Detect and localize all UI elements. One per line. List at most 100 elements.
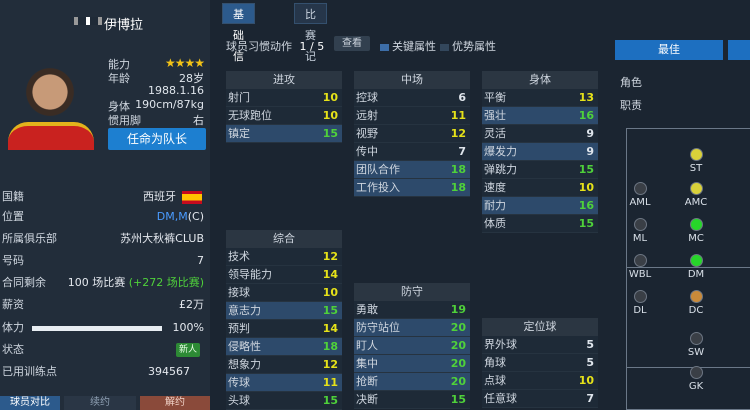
attribute-row: 强壮 16 [482, 107, 598, 125]
attribute-row: 领导能力 14 [226, 266, 342, 284]
spain-flag-icon [182, 191, 202, 204]
position-dot-icon [633, 218, 647, 231]
position-label: DC [688, 305, 704, 316]
appoint-captain-button[interactable]: 任命为队长 [108, 128, 206, 150]
attribute-label: 领导能力 [228, 268, 272, 281]
pitch-position-ml[interactable]: ML [620, 218, 660, 244]
attribute-label: 盯人 [356, 339, 378, 352]
stamina-value: 100% [172, 321, 204, 334]
renew-contract-button[interactable]: 续约 [64, 396, 136, 410]
attribute-value: 12 [322, 358, 338, 371]
attribute-row: 意志力 15 [226, 302, 342, 320]
attribute-value: 11 [450, 109, 466, 122]
number-value: 7 [197, 254, 204, 267]
training-value: 394567 [148, 365, 190, 378]
training-label: 已用训练点 [2, 365, 57, 378]
position-dot-icon [689, 366, 703, 379]
player-name: 伊博拉 [104, 18, 144, 33]
attribute-value: 18 [450, 181, 466, 194]
attribute-row: 爆发力 9 [482, 143, 598, 161]
attribute-value: 5 [586, 356, 594, 369]
attribute-row: 镇定 15 [226, 125, 342, 143]
legend-adv-label: 优势属性 [452, 40, 496, 53]
position-dot-icon [689, 218, 703, 231]
contract-row: 合同剩余 100 场比赛 (+272 场比赛) [2, 272, 204, 294]
attribute-label: 集中 [356, 357, 378, 370]
attribute-row: 角球 5 [482, 354, 598, 372]
attribute-row: 平衡 13 [482, 89, 598, 107]
position-label: AML [629, 197, 651, 208]
best-role-button[interactable]: 最佳 [615, 40, 723, 60]
attribute-label: 侵略性 [228, 340, 261, 353]
attribute-label: 传中 [356, 145, 378, 158]
position-label: DL [633, 305, 647, 316]
attribute-row: 防守站位 20 [354, 319, 470, 337]
attribute-label: 任意球 [484, 392, 517, 405]
position-row: 位置 DM,M(C) [2, 206, 204, 228]
physical-title: 身体 [482, 71, 598, 89]
compare-players-button[interactable]: 球员对比 [0, 396, 60, 410]
attribute-label: 射门 [228, 91, 250, 104]
attribute-row: 团队合作 18 [354, 161, 470, 179]
stamina-bar [32, 326, 162, 331]
attribute-row: 灵活 9 [482, 125, 598, 143]
attribute-row: 控球 6 [354, 89, 470, 107]
attribute-label: 头球 [228, 394, 250, 407]
role-toggle-button[interactable] [728, 40, 750, 60]
position-label: ST [689, 163, 703, 174]
attribute-row: 头球 15 [226, 392, 342, 410]
pitch-position-amc[interactable]: AMC [676, 182, 716, 208]
contract-label: 合同剩余 [2, 276, 46, 289]
view-habits-button[interactable]: 查看 [334, 36, 370, 51]
position-dot-icon [633, 182, 647, 195]
player-profile-panel: 伊博拉 能力 ★★★★ 年龄 28岁 1988.1.16 身体 190cm/87… [0, 0, 210, 410]
attribute-value: 12 [322, 250, 338, 263]
pitch-position-mc[interactable]: MC [676, 218, 716, 244]
duty-label: 职责 [620, 99, 642, 112]
status-label: 状态 [2, 343, 24, 356]
pitch-position-dm[interactable]: DM [676, 254, 716, 280]
pitch-position-st[interactable]: ST [676, 148, 716, 174]
terminate-contract-button[interactable]: 解约 [140, 396, 210, 410]
pitch-position-gk[interactable]: GK [676, 366, 716, 392]
pitch-position-aml[interactable]: AML [620, 182, 660, 208]
attribute-value: 15 [450, 393, 466, 406]
position-label: WBL [628, 269, 652, 280]
tab-basic-info[interactable]: 基础信息 [222, 3, 255, 84]
attack-panel: 进攻 射门 10 无球跑位 10 镇定 15 [226, 71, 342, 143]
pitch-position-dl[interactable]: DL [620, 290, 660, 316]
attribute-row: 传球 11 [226, 374, 342, 392]
tab-match-record[interactable]: 比赛记录 [294, 3, 327, 84]
attribute-label: 控球 [356, 91, 378, 104]
attribute-value: 15 [578, 163, 594, 176]
attribute-label: 意志力 [228, 304, 261, 317]
pitch-position-wbl[interactable]: WBL [620, 254, 660, 280]
player-flag-bar [74, 17, 102, 25]
training-row: 已用训练点 394567 [2, 361, 204, 383]
pitch-position-dc[interactable]: DC [676, 290, 716, 316]
birth-value: 1988.1.16 [148, 84, 204, 97]
attribute-label: 无球跑位 [228, 109, 272, 122]
attribute-label: 勇敢 [356, 303, 378, 316]
attribute-value: 10 [322, 109, 338, 122]
attribute-row: 侵略性 18 [226, 338, 342, 356]
attribute-value: 10 [322, 91, 338, 104]
stamina-row: 体力 100% [2, 317, 204, 339]
attribute-value: 20 [450, 375, 466, 388]
legend-key-label: 关键属性 [392, 40, 436, 53]
pitch-position-sw[interactable]: SW [676, 332, 716, 358]
nationality-row: 国籍 西班牙 [2, 186, 204, 208]
number-row: 号码 7 [2, 250, 204, 272]
attribute-row: 技术 12 [226, 248, 342, 266]
attribute-value: 16 [578, 199, 594, 212]
position-label: GK [688, 381, 704, 392]
setpiece-title: 定位球 [482, 318, 598, 336]
attribute-value: 9 [586, 145, 594, 158]
setpiece-panel: 定位球 界外球 5 角球 5 点球 10 任意球 7 [482, 318, 598, 408]
attribute-value: 20 [450, 321, 466, 334]
attribute-label: 防守站位 [356, 321, 400, 334]
nationality-value: 西班牙 [143, 190, 176, 203]
club-value[interactable]: 苏州大秋裤CLUB [120, 228, 204, 250]
midfield-title: 中场 [354, 71, 470, 89]
attribute-label: 接球 [228, 286, 250, 299]
